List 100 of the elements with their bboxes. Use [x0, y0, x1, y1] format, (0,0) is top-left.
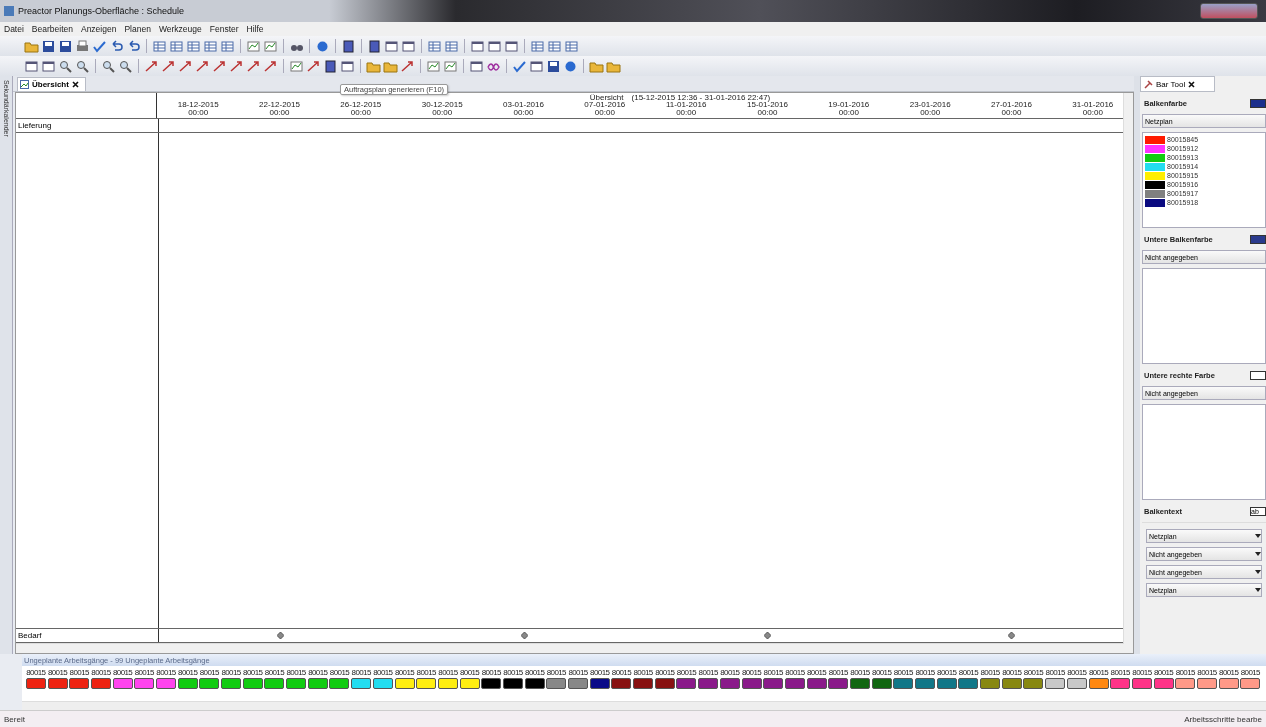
close-icon[interactable] — [1188, 80, 1196, 88]
operation-chip[interactable] — [112, 678, 133, 689]
close-icon[interactable] — [71, 81, 79, 88]
operation-chip[interactable] — [980, 678, 1001, 689]
operation-chip[interactable] — [459, 678, 480, 689]
operation-chip[interactable] — [1088, 678, 1109, 689]
operation-chip[interactable] — [199, 678, 220, 689]
printer-icon[interactable] — [75, 38, 90, 54]
window-icon[interactable] — [340, 58, 355, 74]
operation-chip[interactable] — [1066, 678, 1087, 689]
scrollbar[interactable] — [1123, 93, 1133, 644]
operation-chip[interactable] — [372, 678, 393, 689]
arrow-icon[interactable] — [246, 58, 261, 74]
operation-chip[interactable] — [155, 678, 176, 689]
grid-icon[interactable] — [186, 38, 201, 54]
arrow-icon[interactable] — [161, 58, 176, 74]
operation-chip[interactable] — [351, 678, 372, 689]
menu-item[interactable]: Fenster — [209, 24, 239, 34]
arrow-icon[interactable] — [195, 58, 210, 74]
operation-chip[interactable] — [958, 678, 979, 689]
document-icon[interactable] — [341, 38, 356, 54]
arrow-icon[interactable] — [400, 58, 415, 74]
operation-chip[interactable] — [264, 678, 285, 689]
grid-icon[interactable] — [427, 38, 442, 54]
operation-chip[interactable] — [394, 678, 415, 689]
operation-chip[interactable] — [1218, 678, 1239, 689]
arrow-icon[interactable] — [212, 58, 227, 74]
arrow-icon[interactable] — [144, 58, 159, 74]
magnifier-icon[interactable] — [58, 58, 73, 74]
operation-chip[interactable] — [1196, 678, 1217, 689]
operation-chip[interactable] — [1110, 678, 1131, 689]
magnifier-icon[interactable] — [75, 58, 90, 74]
operation-chip[interactable] — [25, 678, 46, 689]
chart-icon[interactable] — [289, 58, 304, 74]
window-icon[interactable] — [487, 38, 502, 54]
grid-icon[interactable] — [152, 38, 167, 54]
operation-chip[interactable] — [828, 678, 849, 689]
operation-chip[interactable] — [719, 678, 740, 689]
color-swatch[interactable] — [1250, 370, 1266, 380]
magnifier-icon[interactable] — [101, 58, 116, 74]
operation-chip[interactable] — [915, 678, 936, 689]
menu-item[interactable]: Bearbeiten — [31, 24, 73, 34]
grid-icon[interactable] — [220, 38, 235, 54]
operation-chip[interactable] — [47, 678, 68, 689]
operation-chip[interactable] — [893, 678, 914, 689]
operation-chip[interactable] — [1045, 678, 1066, 689]
chart-icon[interactable] — [443, 58, 458, 74]
operation-chip[interactable] — [611, 678, 632, 689]
operation-chip[interactable] — [437, 678, 458, 689]
operation-chip[interactable] — [741, 678, 762, 689]
operation-chip[interactable] — [221, 678, 242, 689]
menu-item[interactable]: Werkzeuge — [158, 24, 202, 34]
operation-chip[interactable] — [1175, 678, 1196, 689]
operation-chip[interactable] — [481, 678, 502, 689]
window-icon[interactable] — [469, 58, 484, 74]
undo-icon[interactable] — [109, 38, 124, 54]
window-controls[interactable] — [1200, 3, 1258, 19]
menu-item[interactable]: Anzeigen — [80, 24, 117, 34]
window-icon[interactable] — [384, 38, 399, 54]
operation-chip[interactable] — [69, 678, 90, 689]
arrow-icon[interactable] — [263, 58, 278, 74]
operation-chip[interactable] — [307, 678, 328, 689]
operation-chip[interactable] — [849, 678, 870, 689]
document-tab[interactable]: Übersicht — [17, 77, 86, 91]
operation-chip[interactable] — [568, 678, 589, 689]
window-icon[interactable] — [401, 38, 416, 54]
operation-chip[interactable] — [177, 678, 198, 689]
operation-chip[interactable] — [936, 678, 957, 689]
operation-chip[interactable] — [524, 678, 545, 689]
color-swatch[interactable] — [1250, 98, 1266, 108]
operation-chip[interactable] — [654, 678, 675, 689]
chart-icon[interactable] — [263, 38, 278, 54]
arrow-icon[interactable] — [178, 58, 193, 74]
operation-chip[interactable] — [698, 678, 719, 689]
operation-chip[interactable] — [134, 678, 155, 689]
arrow-icon[interactable] — [306, 58, 321, 74]
grid-icon[interactable] — [203, 38, 218, 54]
document-icon[interactable] — [323, 58, 338, 74]
operation-chip[interactable] — [286, 678, 307, 689]
grid-icon[interactable] — [169, 38, 184, 54]
operation-chip[interactable] — [1001, 678, 1022, 689]
operation-chip[interactable] — [806, 678, 827, 689]
operation-chip[interactable] — [90, 678, 111, 689]
menu-item[interactable]: Hilfe — [246, 24, 264, 34]
operation-chip[interactable] — [242, 678, 263, 689]
arrow-icon[interactable] — [229, 58, 244, 74]
operation-chip[interactable] — [329, 678, 350, 689]
operation-chip[interactable] — [633, 678, 654, 689]
menu-item[interactable]: Datei — [4, 24, 24, 34]
chart-icon[interactable] — [426, 58, 441, 74]
window-icon[interactable] — [24, 58, 39, 74]
window-icon[interactable] — [529, 58, 544, 74]
window-icon[interactable] — [41, 58, 56, 74]
operation-chip[interactable] — [589, 678, 610, 689]
chart-icon[interactable] — [246, 38, 261, 54]
bar-tool-tab[interactable]: Bar Tool — [1140, 76, 1215, 92]
scrollbar[interactable] — [16, 643, 1133, 653]
operation-chip[interactable] — [1240, 678, 1261, 689]
window-icon[interactable] — [470, 38, 485, 54]
operation-chip[interactable] — [784, 678, 805, 689]
